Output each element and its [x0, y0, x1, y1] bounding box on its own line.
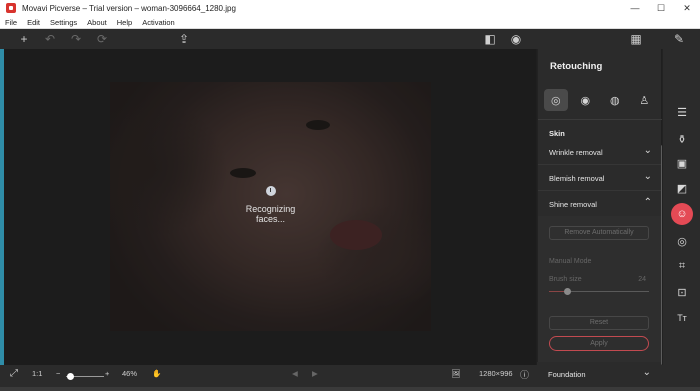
retouch-face-icon[interactable]: ☺ — [671, 203, 693, 225]
accordion-shine-removal[interactable]: Shine removal ⌃ — [538, 191, 662, 217]
preview-eye-icon[interactable]: ◉ — [508, 31, 524, 47]
actual-size-button[interactable]: 1:1 — [32, 369, 42, 378]
apply-button[interactable]: Apply — [549, 336, 649, 351]
text-tool-icon[interactable]: Tт — [671, 307, 693, 329]
fit-screen-icon[interactable]: ⤢ — [10, 368, 18, 379]
background-icon[interactable]: ◩ — [671, 177, 693, 199]
zoom-value: 46% — [122, 369, 138, 378]
effects-icon[interactable]: ◎ — [671, 230, 693, 252]
app-window: Movavi Picverse – Trial version – woman-… — [0, 0, 700, 391]
image-enhance-icon[interactable]: ▣ — [671, 152, 693, 174]
panel-divider — [538, 119, 662, 120]
chevron-up-icon: ⌃ — [643, 197, 652, 208]
info-icon[interactable]: ⓘ — [520, 368, 529, 381]
clock-icon — [265, 186, 276, 196]
rail-toolbar: ✎ — [661, 29, 700, 49]
accordion-label: Wrinkle removal — [549, 148, 603, 157]
window-bottom-edge — [0, 387, 700, 391]
zoom-in-button[interactable]: + — [105, 369, 109, 378]
tab-skin-icon[interactable]: ◎ — [543, 89, 568, 111]
brush-size-slider-handle[interactable] — [564, 288, 571, 295]
menu-file[interactable]: File — [0, 18, 22, 27]
adjust-sliders-icon[interactable]: ☰ — [671, 101, 693, 123]
menu-edit[interactable]: Edit — [22, 18, 45, 27]
zoom-slider-handle[interactable] — [66, 373, 74, 380]
minimize-button[interactable]: — — [622, 0, 648, 16]
retouch-tool-tabs: ◎ ◉ ◍ ♙ — [541, 89, 659, 111]
image-info-icon[interactable]: 🖼 — [451, 369, 461, 378]
menu-help[interactable]: Help — [112, 18, 137, 27]
app-logo-icon — [6, 3, 16, 13]
tab-lips-icon[interactable]: ◍ — [603, 89, 627, 111]
prev-image-icon[interactable]: ◀ — [292, 369, 298, 378]
maximize-button[interactable]: ☐ — [648, 0, 674, 16]
tab-eyes-icon[interactable]: ◉ — [573, 89, 597, 111]
shine-removal-body: Remove Automatically Manual Mode Brush s… — [538, 216, 662, 362]
accordion-wrinkle-removal[interactable]: Wrinkle removal ⌄ — [538, 139, 662, 165]
undo-icon[interactable]: ↶ — [42, 31, 58, 47]
compare-icon[interactable]: ◧ — [482, 31, 498, 47]
accordion-blemish-removal[interactable]: Blemish removal ⌄ — [538, 165, 662, 191]
edit-pencil-icon[interactable]: ✎ — [671, 31, 687, 47]
top-toolbar: + ↶ ↷ ⟳ ⇪ ◧ ◉ — [0, 29, 537, 49]
menu-about[interactable]: About — [82, 18, 112, 27]
panel-title: Retouching — [550, 61, 603, 72]
layout-grid-icon[interactable]: ▦ — [628, 31, 644, 47]
redo-icon[interactable]: ↷ — [68, 31, 84, 47]
manual-mode-label: Manual Mode — [549, 258, 592, 265]
export-icon[interactable]: ⇪ — [176, 31, 192, 47]
retouching-panel: Retouching ◎ ◉ ◍ ♙ Skin Wrinkle removal … — [537, 49, 664, 365]
tab-body-icon[interactable]: ♙ — [632, 89, 656, 111]
resize-icon[interactable]: ⊡ — [671, 281, 693, 303]
bottom-bar: ⤢ 1:1 − + 46% ✋ ◀ ▶ 🖼 1280×996 ⓘ — [0, 365, 537, 387]
chevron-down-icon: ⌄ — [642, 367, 651, 378]
accordion-foundation[interactable]: Foundation ⌄ — [537, 362, 661, 386]
loading-indicator: Recognizing faces... — [110, 186, 431, 224]
brush-size-label: Brush size — [549, 276, 582, 283]
chevron-down-icon: ⌄ — [643, 171, 652, 182]
image-dimensions: 1280×996 — [479, 369, 513, 378]
accordion-label: Foundation — [548, 370, 586, 379]
image-canvas[interactable]: Recognizing faces... — [4, 49, 536, 365]
brush-size-value: 24 — [638, 276, 646, 283]
panel-toolbar: ▦ — [537, 29, 670, 49]
hand-tool-icon[interactable]: ✋ — [152, 369, 161, 378]
crop-icon[interactable]: ⌗ — [671, 255, 693, 277]
add-icon[interactable]: + — [16, 31, 32, 47]
close-button[interactable]: ✕ — [674, 0, 700, 16]
window-title: Movavi Picverse – Trial version – woman-… — [22, 3, 236, 13]
tools-rail: ☰ ⚱ ▣ ◩ ☺ ◎ ⌗ ⊡ Tт — [662, 49, 700, 365]
photo-preview: Recognizing faces... — [110, 82, 431, 331]
zoom-out-button[interactable]: − — [56, 369, 60, 378]
reset-button[interactable]: Reset — [549, 316, 649, 330]
menu-bar: File Edit Settings About Help Activation — [0, 16, 700, 29]
menu-settings[interactable]: Settings — [45, 18, 82, 27]
reset-icon[interactable]: ⟳ — [94, 31, 110, 47]
next-image-icon[interactable]: ▶ — [312, 369, 318, 378]
stamp-icon[interactable]: ⚱ — [671, 128, 693, 150]
chevron-down-icon: ⌄ — [643, 145, 652, 156]
menu-activation[interactable]: Activation — [137, 18, 180, 27]
remove-automatically-button[interactable]: Remove Automatically — [549, 226, 649, 240]
title-bar: Movavi Picverse – Trial version – woman-… — [0, 0, 700, 16]
accordion-label: Shine removal — [549, 200, 597, 209]
accordion-label: Blemish removal — [549, 174, 605, 183]
loading-text: Recognizing faces... — [245, 204, 296, 224]
section-skin-heading: Skin — [549, 129, 565, 138]
